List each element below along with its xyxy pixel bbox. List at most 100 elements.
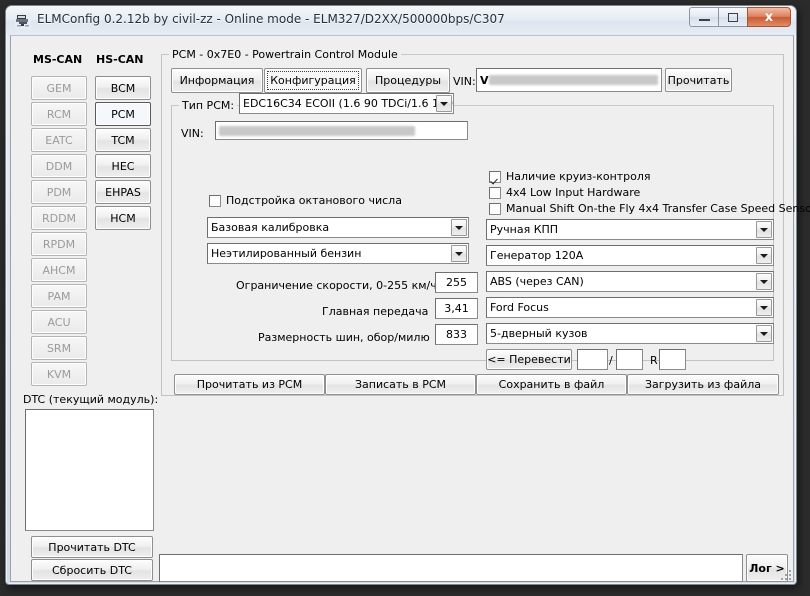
speed-limit-label: Ограничение скорости, 0-255 км/ч — [236, 279, 437, 292]
close-icon: x — [764, 9, 774, 25]
transmission-select[interactable]: Ручная КПП — [486, 219, 774, 240]
tab-informaciya[interactable]: Информация — [171, 68, 263, 93]
final-drive-input[interactable]: 3,41 — [435, 298, 478, 319]
checkbox-box — [489, 202, 501, 215]
checkbox-box — [209, 194, 221, 207]
sidebar-item-ahcm[interactable]: AHCM — [31, 258, 87, 282]
config-vin-input[interactable] — [215, 121, 468, 140]
chevron-down-icon[interactable] — [756, 247, 772, 264]
pcm-type-select[interactable]: EDC16C34 ECOII (1.6 90 TDCi/1.6 110 TDCi — [239, 93, 454, 114]
read-vin-button[interactable]: Прочитать — [665, 68, 732, 92]
sidebar-item-rcm[interactable]: RCM — [31, 102, 87, 126]
load-from-file-button[interactable]: Загрузить из файла — [627, 374, 779, 395]
config-vin-label: VIN: — [181, 127, 204, 140]
body-style-select[interactable]: 5-дверный кузов — [486, 323, 774, 344]
chevron-down-icon[interactable] — [756, 273, 772, 290]
focus-rect — [267, 71, 359, 90]
read-dtc-button[interactable]: Прочитать DTC — [31, 536, 153, 558]
sidebar-item-ehpas[interactable]: EHPAS — [95, 180, 151, 204]
minimize-button[interactable] — [689, 7, 718, 27]
chevron-down-icon[interactable] — [451, 219, 467, 236]
sidebar-item-rpdm[interactable]: RPDM — [31, 232, 87, 256]
cruise-control-checkbox[interactable]: Наличие круиз-контроля — [489, 170, 651, 183]
octane-adjust-label: Подстройка октанового числа — [226, 194, 402, 207]
window-title: ELMConfig 0.2.12b by civil-zz - Online m… — [37, 12, 505, 26]
maximize-button[interactable] — [718, 7, 747, 27]
module-groupbox-title: PCM - 0x7E0 - Powertrain Control Module — [169, 48, 401, 61]
sidebar-item-pcm[interactable]: PCM — [95, 102, 151, 126]
alternator-select[interactable]: Генератор 120А — [486, 245, 774, 266]
chevron-down-icon[interactable] — [436, 95, 452, 112]
transmission-value: Ручная КПП — [490, 223, 559, 236]
manual-shift-label: Manual Shift On-the Fly 4x4 Transfer Cas… — [506, 202, 810, 215]
sidebar-item-eatc[interactable]: EATC — [31, 128, 87, 152]
close-button[interactable]: x — [747, 7, 791, 27]
minimize-icon — [698, 19, 710, 21]
config-vin-masked — [219, 125, 415, 136]
cruise-control-label: Наличие круиз-контроля — [506, 170, 651, 183]
sidebar-item-srm[interactable]: SRM — [31, 336, 87, 360]
alternator-value: Генератор 120А — [490, 249, 584, 262]
resize-grip[interactable] — [779, 568, 793, 582]
sidebar-item-hec[interactable]: HEC — [95, 154, 151, 178]
final-drive-label: Главная передача — [322, 305, 429, 318]
fuel-type-value: Неэтилированный бензин — [211, 247, 362, 260]
module-vin-input[interactable]: V — [476, 68, 662, 92]
sidebar-item-pdm[interactable]: PDM — [31, 180, 87, 204]
write-to-pcm-button[interactable]: Записать в PCM — [325, 374, 476, 395]
client-area: MS-CAN HS-CAN GEM RCM EATC DDM PDM RDDM … — [10, 35, 810, 582]
tire-size-input[interactable]: 833 — [435, 324, 478, 345]
sidebar-item-bcm[interactable]: BCM — [95, 76, 151, 100]
tire-r-label: R — [650, 354, 658, 367]
low-input-hardware-label: 4x4 Low Input Hardware — [506, 186, 641, 199]
sidebar-item-rddm[interactable]: RDDM — [31, 206, 87, 230]
sidebar-item-ddm[interactable]: DDM — [31, 154, 87, 178]
sidebar-item-acu[interactable]: ACU — [31, 310, 87, 334]
tire-profile-input[interactable] — [616, 349, 643, 370]
tab-konfiguraciya[interactable]: Конфигурация — [264, 68, 362, 93]
sidebar-item-hcm[interactable]: HCM — [95, 206, 151, 230]
dtc-listbox[interactable] — [25, 409, 154, 531]
calibration-value: Базовая калибровка — [211, 221, 330, 234]
hs-can-header: HS-CAN — [96, 53, 144, 66]
body-style-value: 5-дверный кузов — [490, 327, 588, 340]
save-to-file-button[interactable]: Сохранить в файл — [476, 374, 627, 395]
abs-select[interactable]: ABS (через CAN) — [486, 271, 774, 292]
vehicle-model-select[interactable]: Ford Focus — [486, 297, 774, 318]
convert-tire-button[interactable]: <= Перевести — [486, 349, 572, 370]
manual-shift-checkbox[interactable]: Manual Shift On-the Fly 4x4 Transfer Cas… — [489, 202, 810, 215]
low-input-hardware-checkbox[interactable]: 4x4 Low Input Hardware — [489, 186, 640, 199]
speed-limit-input[interactable]: 255 — [435, 272, 478, 293]
chevron-down-icon[interactable] — [756, 325, 772, 342]
ms-can-header: MS-CAN — [33, 53, 83, 66]
octane-adjust-checkbox[interactable]: Подстройка октанового числа — [209, 194, 402, 207]
tire-size-label: Размерность шин, обор/милю — [258, 331, 430, 344]
sidebar-item-pam[interactable]: PAM — [31, 284, 87, 308]
application-window: ELMConfig 0.2.12b by civil-zz - Online m… — [5, 5, 810, 585]
chevron-down-icon[interactable] — [451, 245, 467, 262]
calibration-select[interactable]: Базовая калибровка — [207, 217, 469, 238]
sidebar-item-kvm[interactable]: KVM — [31, 362, 87, 386]
abs-value: ABS (через CAN) — [490, 275, 584, 288]
fuel-type-select[interactable]: Неэтилированный бензин — [207, 243, 469, 264]
tab-procedury[interactable]: Процедуры — [366, 68, 450, 93]
module-vin-value: V — [480, 73, 489, 87]
chevron-down-icon[interactable] — [756, 221, 772, 238]
dtc-label: DTC (текущий модуль): — [23, 393, 159, 406]
vehicle-model-value: Ford Focus — [490, 301, 549, 314]
pcm-type-label: Тип PCM: — [179, 99, 238, 112]
elmconfig-app-icon — [15, 13, 31, 29]
tire-diameter-input[interactable] — [659, 349, 686, 370]
chevron-down-icon[interactable] — [756, 299, 772, 316]
clear-dtc-button[interactable]: Сбросить DTC — [31, 559, 153, 581]
module-vin-label: VIN: — [453, 75, 476, 88]
tire-width-input[interactable] — [577, 349, 608, 370]
tire-slash-label: / — [609, 354, 613, 367]
status-message-field[interactable] — [159, 554, 743, 582]
title-bar[interactable]: ELMConfig 0.2.12b by civil-zz - Online m… — [6, 6, 796, 35]
checkbox-box — [489, 186, 501, 199]
read-from-pcm-button[interactable]: Прочитать из PCM — [174, 374, 325, 395]
pcm-type-value: EDC16C34 ECOII (1.6 90 TDCi/1.6 110 TDCi — [243, 97, 453, 110]
sidebar-item-tcm[interactable]: TCM — [95, 128, 151, 152]
sidebar-item-gem[interactable]: GEM — [31, 76, 87, 100]
